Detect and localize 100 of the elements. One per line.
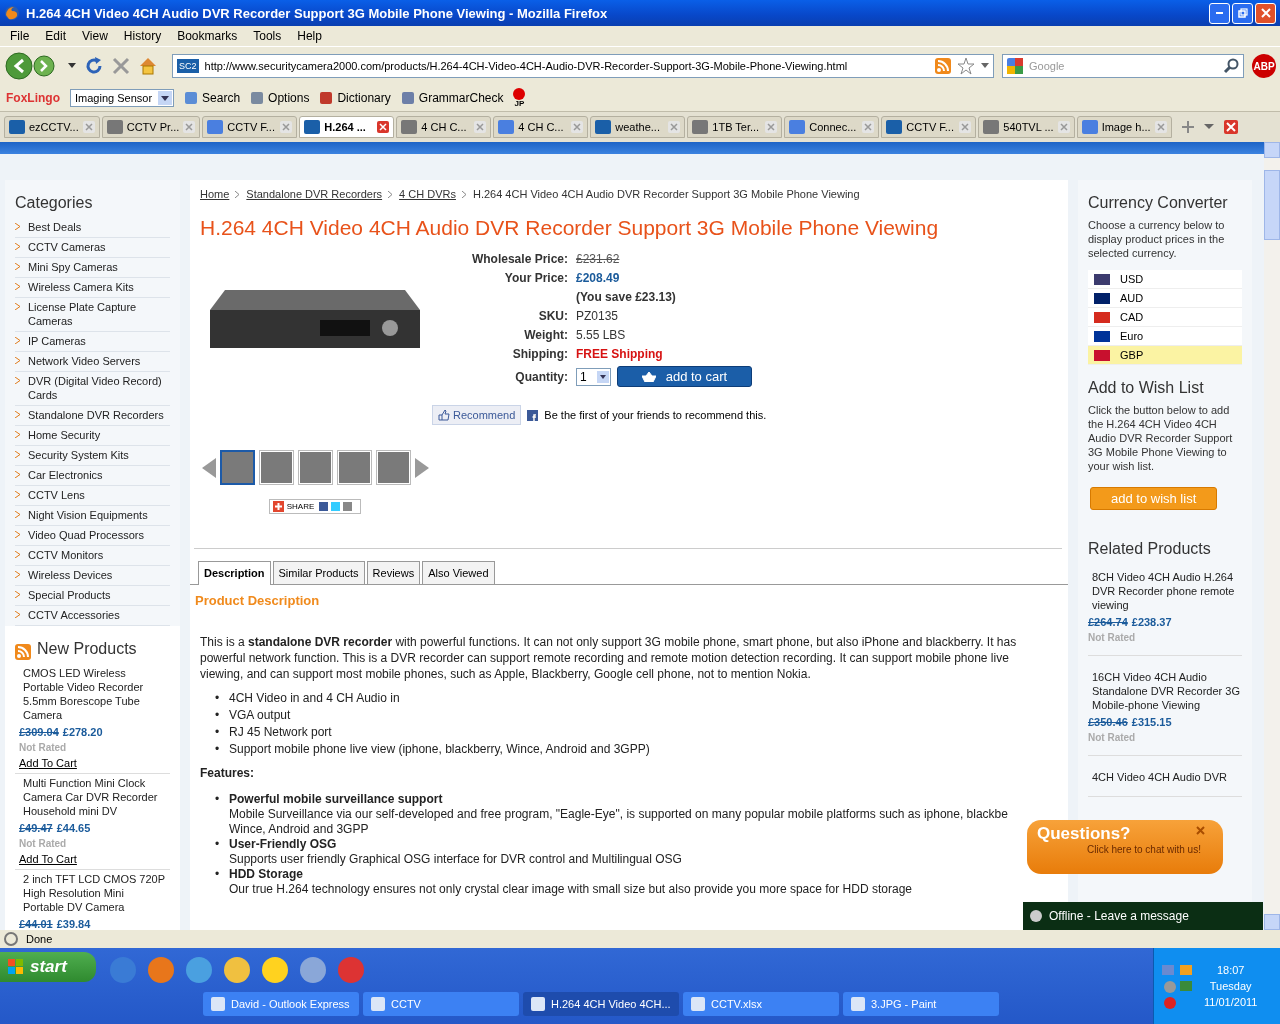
product-link[interactable]: 16CH Video 4CH Audio Standalone DVR Recorder 3G Mobile-phone Viewing [1088,670,1242,712]
vertical-scrollbar[interactable] [1264,142,1280,930]
toolbar-button[interactable]: GrammarCheck [400,91,504,105]
currency-option[interactable]: USD [1088,270,1242,289]
category-link[interactable]: Video Quad Processors [28,528,144,542]
close-tab-icon[interactable] [862,121,875,133]
browser-tab[interactable]: weathe... [590,116,686,138]
star-icon[interactable] [957,57,975,75]
browser-tab[interactable]: Connec... [784,116,880,138]
browser-tab[interactable]: ezCCTV... [4,116,100,138]
menu-item[interactable]: History [115,29,170,43]
add-to-cart-link[interactable]: Add To Cart [19,853,166,865]
quick-launch-icon[interactable] [260,955,290,985]
close-tab-icon[interactable] [474,121,487,133]
dropdown-arrow-icon[interactable] [981,63,989,69]
product-link[interactable]: 2 inch TFT LCD CMOS 720P High Resolution Mini Portable DV Camera [19,872,166,914]
category-link[interactable]: Wireless Devices [28,568,113,582]
product-link[interactable]: 8CH Video 4CH Audio H.264 DVR Recorder phone remote viewing [1088,570,1242,612]
start-button[interactable]: start [0,952,96,982]
taskbar-button[interactable]: CCTV.xlsx [683,992,839,1016]
close-tab-icon[interactable] [82,121,95,133]
reload-icon[interactable] [84,56,104,76]
content-tab[interactable]: Description [198,561,271,585]
category-link[interactable]: License Plate Capture Cameras [28,300,170,328]
quick-launch-icon[interactable] [146,955,176,985]
close-tab-icon[interactable] [377,121,390,133]
toolbar-button[interactable]: Dictionary [319,91,391,105]
thumbnail-image[interactable] [219,450,255,485]
category-link[interactable]: Special Products [28,588,111,602]
thumbnail-image[interactable] [336,450,372,485]
minimize-button[interactable] [1209,2,1230,24]
quantity-dropdown[interactable]: 1 [576,367,611,386]
previous-arrow-icon[interactable] [201,457,216,478]
category-link[interactable]: Security System Kits [28,448,129,462]
thumbnail-image[interactable] [375,450,411,485]
category-link[interactable]: Car Electronics [28,468,103,482]
close-tab-icon[interactable] [1057,121,1070,133]
category-link[interactable]: Standalone DVR Recorders [28,408,164,422]
browser-tab[interactable]: 4 CH C... [396,116,492,138]
close-tab-icon[interactable] [571,121,584,133]
category-link[interactable]: CCTV Cameras [28,240,106,254]
close-tab-icon[interactable] [280,121,293,133]
close-button[interactable] [1255,2,1276,24]
currency-option[interactable]: AUD [1088,289,1242,308]
content-tab[interactable]: Similar Products [272,561,365,584]
breadcrumb-link[interactable]: 4 CH DVRs [399,188,456,200]
breadcrumb-link[interactable]: Standalone DVR Recorders [246,188,383,200]
taskbar-button[interactable]: 3.JPG - Paint [843,992,999,1016]
browser-tab[interactable]: CCTV F... [881,116,977,138]
taskbar-button[interactable]: H.264 4CH Video 4CH... [523,992,679,1016]
adblock-button[interactable]: ABP [1252,54,1276,78]
browser-tab[interactable]: H.264 ... [299,116,395,138]
content-tab[interactable]: Also Viewed [422,561,495,584]
product-link[interactable]: 4CH Video 4CH Audio DVR [1088,770,1242,784]
close-tab-icon[interactable] [183,121,196,133]
category-link[interactable]: CCTV Monitors [28,548,104,562]
product-link[interactable]: CMOS LED Wireless Portable Video Recorder 5.5mm Borescope Tube Camera [19,666,166,722]
toolbar-button[interactable]: Options [250,91,310,105]
tab-list-icon[interactable] [1203,124,1214,130]
taskbar-button[interactable]: CCTV [363,992,519,1016]
category-link[interactable]: Wireless Camera Kits [28,280,134,294]
product-link[interactable]: Multi Function Mini Clock Camera Car DVR Recorder Household mini DV [19,776,166,818]
recommend-button[interactable]: Recommend [432,405,522,425]
language-dropdown[interactable]: Imaging Sensor [70,89,175,107]
currency-option[interactable]: GBP [1088,346,1242,365]
quick-launch-icon[interactable] [222,955,252,985]
rss-feed-icon[interactable] [935,58,951,74]
category-link[interactable]: Mini Spy Cameras [28,260,118,274]
search-icon[interactable] [1223,58,1239,74]
close-tab-icon[interactable] [668,121,681,133]
quick-launch-icon[interactable] [298,955,328,985]
breadcrumb-link[interactable]: Home [200,188,230,200]
japan-flag-button[interactable]: JP [513,88,526,108]
browser-tab[interactable]: CCTV Pr... [101,116,201,138]
content-tab[interactable]: Reviews [366,561,421,584]
category-link[interactable]: Network Video Servers [28,354,141,368]
foxlingo-menu[interactable]: FoxLingo [6,91,60,105]
address-bar[interactable]: SC2 http://www.securitycamera2000.com/products/H.264-4CH-Video-4CH-Audio-DVR-Recorder-Support-3G-Mobile-Phone-Viewing.html [172,54,994,78]
home-icon[interactable] [138,56,158,76]
category-link[interactable]: CCTV Accessories [28,608,120,622]
menu-item[interactable]: View [74,29,116,43]
restore-button[interactable] [1232,2,1253,24]
menu-item[interactable]: Help [289,29,330,43]
close-tab-icon[interactable] [1223,120,1238,134]
thumbnail-image[interactable] [297,450,333,485]
menu-item[interactable]: Tools [245,29,290,43]
category-link[interactable]: CCTV Lens [28,488,85,502]
browser-tab[interactable]: 4 CH C... [493,116,589,138]
browser-tab[interactable]: Image h... [1076,116,1172,138]
stop-icon[interactable] [112,57,130,75]
category-link[interactable]: Best Deals [28,220,82,234]
close-icon[interactable] [1196,826,1205,835]
close-tab-icon[interactable] [959,121,972,133]
category-link[interactable]: Night Vision Equipments [28,508,148,522]
offline-chat-bar[interactable]: Offline - Leave a message [1023,902,1263,930]
category-link[interactable]: IP Cameras [28,334,86,348]
chat-bubble[interactable]: Questions? Click here to chat with us! [1027,820,1223,874]
menu-item[interactable]: File [2,29,38,43]
share-button[interactable]: SHARE [268,499,362,514]
taskbar-button[interactable]: David - Outlook Express [203,992,359,1016]
